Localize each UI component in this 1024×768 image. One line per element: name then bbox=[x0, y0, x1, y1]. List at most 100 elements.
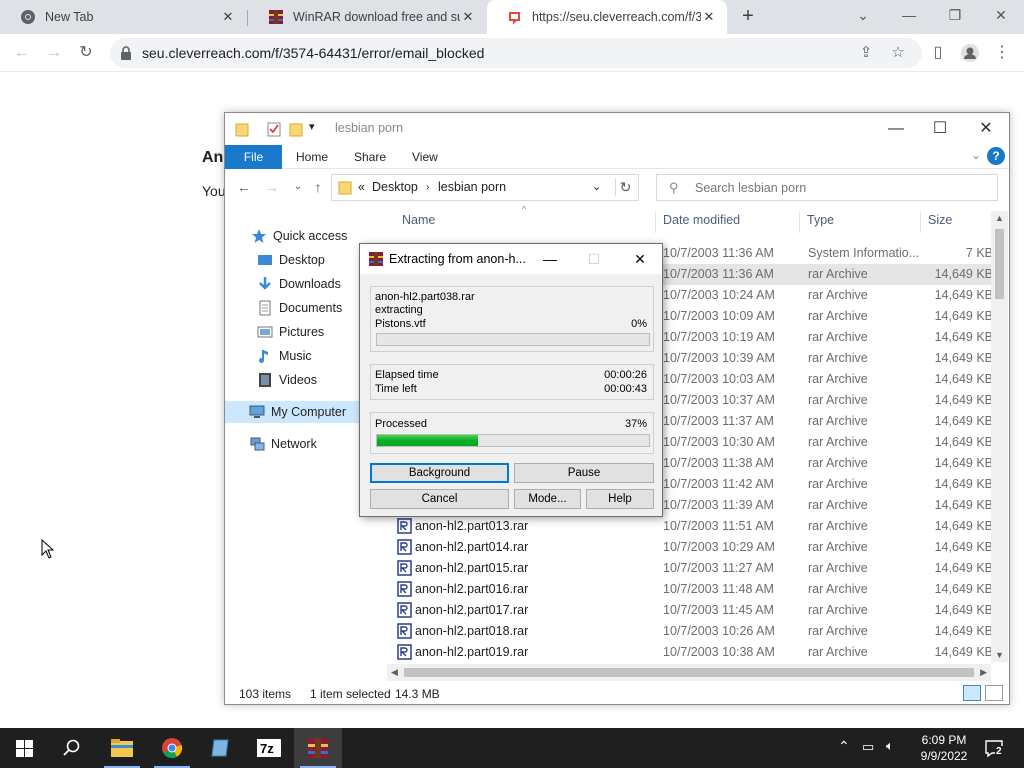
table-row[interactable]: anon-hl2.part018.rar 10/7/2003 10:26 AM ra… bbox=[395, 621, 997, 642]
show-hidden-icons-icon[interactable]: ⌃ bbox=[838, 738, 850, 755]
recent-locations-icon[interactable]: ⌄ bbox=[289, 178, 307, 196]
item-count: 103 items bbox=[239, 687, 292, 701]
vertical-scrollbar[interactable]: ▲ ▼ bbox=[991, 211, 1008, 662]
details-view-icon[interactable] bbox=[963, 685, 981, 701]
taskbar-notepad[interactable] bbox=[196, 728, 244, 768]
current-file-group: anon-hl2.part038.rar extracting Pistons.… bbox=[370, 286, 654, 352]
taskbar-file-explorer[interactable] bbox=[98, 728, 146, 768]
column-divider bbox=[655, 211, 656, 233]
table-row[interactable]: anon-hl2.part013.rar 10/7/2003 11:51 AM ra… bbox=[395, 516, 997, 537]
dialog-titlebar: Extracting from anon-h... — ☐ ✕ bbox=[360, 244, 662, 274]
tab-home[interactable]: Home bbox=[282, 145, 342, 169]
table-row[interactable]: anon-hl2.part015.rar 10/7/2003 11:27 AM ra… bbox=[395, 558, 997, 579]
minimize-button[interactable]: — bbox=[536, 248, 564, 270]
tab-cleverreach[interactable]: https://seu.cleverreach.com/f/35 ✕ bbox=[487, 0, 727, 34]
forward-button[interactable]: → bbox=[42, 41, 66, 65]
close-window-button[interactable]: ✕ bbox=[989, 4, 1013, 26]
clock[interactable]: 6:09 PM 9/9/2022 bbox=[916, 732, 972, 764]
address-bar[interactable]: seu.cleverreach.com/f/3574-64431/error/e… bbox=[110, 38, 922, 68]
tab-winrar[interactable]: WinRAR download free and supp ✕ bbox=[248, 0, 486, 34]
taskbar-7zip[interactable]: 7z bbox=[245, 728, 293, 768]
file-date: 10/7/2003 10:39 AM bbox=[663, 351, 775, 365]
search-icon bbox=[63, 739, 80, 756]
table-row[interactable]: anon-hl2.part014.rar 10/7/2003 10:29 AM ra… bbox=[395, 537, 997, 558]
close-button[interactable]: ✕ bbox=[971, 118, 1001, 140]
help-button[interactable]: Help bbox=[586, 489, 654, 509]
tab-search-icon[interactable]: ⌄ bbox=[851, 4, 875, 26]
selection-count: 1 item selected bbox=[310, 687, 391, 701]
scroll-left-icon[interactable]: ◀ bbox=[391, 667, 398, 678]
browser-toolbar: ← → ↻ seu.cleverreach.com/f/3574-64431/e… bbox=[0, 34, 1024, 72]
column-header-type[interactable]: Type bbox=[807, 213, 834, 227]
file-type: rar Archive bbox=[808, 288, 868, 302]
horizontal-scrollbar[interactable]: ◀ ▶ bbox=[387, 664, 991, 681]
expand-ribbon-icon[interactable]: ⌄ bbox=[971, 148, 981, 162]
computer-icon bbox=[249, 405, 265, 418]
table-row[interactable]: anon-hl2.part016.rar 10/7/2003 11:48 AM ra… bbox=[395, 579, 997, 600]
up-button[interactable]: ↑ bbox=[309, 178, 327, 196]
search-box[interactable]: ⚲ Search lesbian porn bbox=[656, 174, 998, 201]
properties-icon[interactable] bbox=[267, 121, 281, 137]
maximize-button[interactable]: ☐ bbox=[925, 118, 955, 140]
close-tab-icon[interactable]: ✕ bbox=[701, 9, 717, 25]
scroll-up-icon[interactable]: ▲ bbox=[995, 213, 1004, 223]
taskbar-winrar[interactable] bbox=[294, 728, 342, 768]
column-divider bbox=[799, 211, 800, 233]
new-tab-button[interactable]: + bbox=[736, 5, 760, 29]
help-button[interactable]: ? bbox=[987, 147, 1005, 165]
file-type: rar Archive bbox=[808, 372, 868, 386]
column-header-date[interactable]: Date modified bbox=[663, 213, 740, 227]
refresh-button[interactable]: ↻ bbox=[615, 178, 635, 196]
tab-file[interactable]: File bbox=[225, 145, 282, 169]
scroll-down-icon[interactable]: ▼ bbox=[995, 650, 1004, 660]
taskbar-chrome[interactable] bbox=[148, 728, 196, 768]
close-button[interactable]: ✕ bbox=[626, 248, 654, 270]
profile-avatar[interactable] bbox=[958, 41, 982, 65]
reload-button[interactable]: ↻ bbox=[74, 41, 98, 65]
breadcrumb-overflow[interactable]: « bbox=[358, 180, 365, 194]
share-icon[interactable]: ⇪ bbox=[856, 43, 876, 63]
network-status-icon[interactable]: ▭ bbox=[862, 739, 874, 755]
notification-center-button[interactable]: 2 bbox=[984, 738, 1004, 758]
cancel-button[interactable]: Cancel bbox=[370, 489, 509, 509]
column-header-size[interactable]: Size bbox=[928, 213, 952, 227]
mode-button[interactable]: Mode... bbox=[514, 489, 581, 509]
close-tab-icon[interactable]: ✕ bbox=[460, 9, 476, 25]
menu-icon[interactable]: ⋮ bbox=[990, 41, 1014, 65]
bookmark-star-icon[interactable]: ☆ bbox=[888, 43, 908, 63]
back-button[interactable]: ← bbox=[10, 41, 34, 65]
tab-new-tab[interactable]: New Tab ✕ bbox=[0, 0, 246, 34]
breadcrumb-folder[interactable]: lesbian porn bbox=[438, 180, 506, 194]
vertical-scroll-thumb[interactable] bbox=[995, 229, 1004, 299]
chrome-icon bbox=[20, 9, 36, 25]
table-row[interactable]: anon-hl2.part019.rar 10/7/2003 10:38 AM ra… bbox=[395, 642, 997, 663]
column-divider bbox=[920, 211, 921, 233]
forward-button[interactable]: → bbox=[263, 178, 281, 196]
minimize-button[interactable]: — bbox=[897, 4, 921, 26]
table-row[interactable]: anon-hl2.part017.rar 10/7/2003 11:45 AM ra… bbox=[395, 600, 997, 621]
back-button[interactable]: ← bbox=[235, 178, 253, 196]
search-button[interactable] bbox=[48, 728, 96, 768]
scroll-right-icon[interactable]: ▶ bbox=[980, 667, 987, 678]
restore-button[interactable]: ❐ bbox=[943, 4, 967, 26]
column-header-name[interactable]: Name bbox=[402, 213, 435, 227]
side-panel-icon[interactable]: ▯ bbox=[926, 41, 950, 65]
start-button[interactable] bbox=[0, 728, 48, 768]
breadcrumb-desktop[interactable]: Desktop bbox=[372, 180, 418, 194]
customize-toolbar-icon[interactable]: ▾ bbox=[309, 120, 315, 133]
explorer-address-bar[interactable]: « Desktop › lesbian porn ⌄ bbox=[331, 174, 639, 201]
tab-share[interactable]: Share bbox=[340, 145, 400, 169]
minimize-button[interactable]: — bbox=[881, 118, 911, 140]
background-button[interactable]: Background bbox=[370, 463, 509, 483]
time-group: Elapsed time 00:00:26 Time left 00:00:43 bbox=[370, 364, 654, 400]
close-tab-icon[interactable]: ✕ bbox=[220, 9, 236, 25]
pause-button[interactable]: Pause bbox=[514, 463, 654, 483]
tab-view[interactable]: View bbox=[398, 145, 452, 169]
music-icon bbox=[259, 350, 268, 363]
maximize-button: ☐ bbox=[587, 251, 601, 267]
new-folder-icon[interactable] bbox=[289, 121, 303, 137]
address-dropdown-icon[interactable]: ⌄ bbox=[592, 180, 601, 193]
horizontal-scroll-thumb[interactable] bbox=[404, 668, 974, 677]
large-icons-view-icon[interactable] bbox=[985, 685, 1003, 701]
volume-icon[interactable]: 🔈︎ bbox=[886, 738, 894, 754]
